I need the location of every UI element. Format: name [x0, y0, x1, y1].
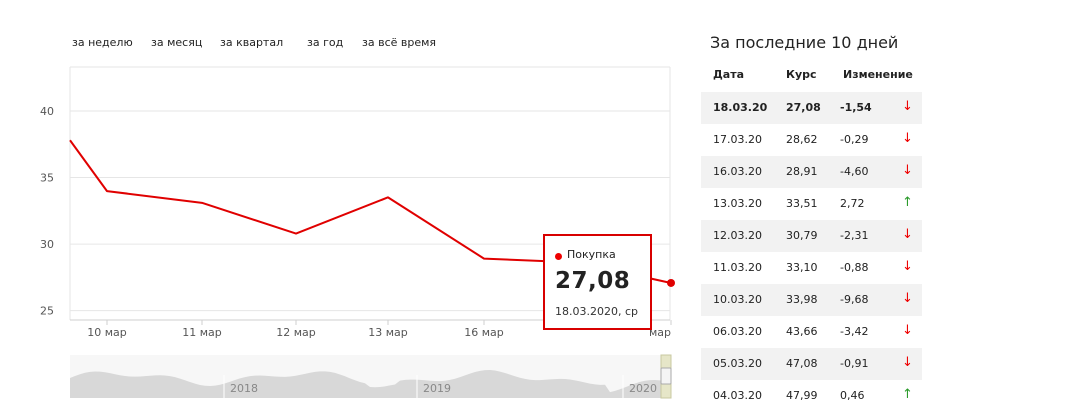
arrow-down-icon: ↓	[902, 355, 913, 370]
row-change: -1,54	[840, 101, 872, 114]
row-rate: 43,66	[786, 325, 818, 338]
row-date: 12.03.20	[713, 229, 762, 242]
y-tick-label: 25	[40, 305, 54, 318]
row-change: -0,29	[840, 133, 869, 146]
table-row: 06.03.20 43,66 -3,42 ↓	[701, 316, 922, 348]
arrow-down-icon: ↓	[902, 131, 913, 146]
table-row: 12.03.20 30,79 -2,31 ↓	[701, 220, 922, 252]
row-rate: 47,99	[786, 389, 818, 402]
row-date: 13.03.20	[713, 197, 762, 210]
y-tick-label: 40	[40, 105, 54, 118]
row-date: 17.03.20	[713, 133, 762, 146]
table-row: 04.03.20 47,99 0,46 ↑	[701, 380, 922, 412]
row-rate: 33,98	[786, 293, 818, 306]
navigator-year-label: 2020	[629, 382, 657, 395]
row-change: 0,46	[840, 389, 865, 402]
row-date: 04.03.20	[713, 389, 762, 402]
arrow-down-icon: ↓	[902, 163, 913, 178]
rate-chart: 25 30 35 40 10 мар 11 мар 12 мар 13 мар 16 мар ма…	[40, 66, 675, 399]
row-change: -0,91	[840, 357, 869, 370]
row-change: 2,72	[840, 197, 865, 210]
table-row: 05.03.20 47,08 -0,91 ↓	[701, 348, 922, 380]
row-rate: 47,08	[786, 357, 818, 370]
chart-tooltip: Покупка 27,08 18.03.2020, ср	[543, 234, 652, 330]
row-rate: 33,51	[786, 197, 818, 210]
tooltip-series-name: Покупка	[567, 248, 616, 261]
tooltip-value: 27,08	[555, 268, 631, 294]
row-rate: 30,79	[786, 229, 818, 242]
row-change: -4,60	[840, 165, 869, 178]
recent-rates-title: За последние 10 дней	[710, 33, 899, 52]
data-point	[667, 278, 675, 287]
header-rate: Курс	[786, 68, 817, 81]
row-change: -3,42	[840, 325, 869, 338]
x-tick-label: 12 мар	[276, 326, 316, 339]
arrow-down-icon: ↓	[902, 259, 913, 274]
row-change: -0,88	[840, 261, 869, 274]
row-date: 10.03.20	[713, 293, 762, 306]
tooltip-series-dot	[555, 253, 562, 260]
tooltip-date: 18.03.2020, ср	[555, 305, 639, 318]
row-rate: 33,10	[786, 261, 818, 274]
arrow-up-icon: ↑	[902, 387, 913, 402]
row-date: 16.03.20	[713, 165, 762, 178]
row-rate: 28,62	[786, 133, 818, 146]
row-date: 18.03.20	[713, 101, 768, 114]
header-change: Изменение	[843, 68, 913, 81]
row-change: -2,31	[840, 229, 869, 242]
row-rate: 28,91	[786, 165, 818, 178]
x-tick-label: мар	[649, 326, 671, 339]
y-tick-label: 30	[40, 238, 54, 251]
x-tick-label: 16 мар	[464, 326, 504, 339]
navigator-handle[interactable]	[660, 367, 672, 385]
table-row: 18.03.20 27,08 -1,54 ↓	[701, 92, 922, 124]
row-date: 11.03.20	[713, 261, 762, 274]
arrow-down-icon: ↓	[902, 227, 913, 242]
table-row: 16.03.20 28,91 -4,60 ↓	[701, 156, 922, 188]
navigator-year-label: 2019	[423, 382, 451, 395]
x-tick-label: 10 мар	[87, 326, 127, 339]
table-row: 10.03.20 33,98 -9,68 ↓	[701, 284, 922, 316]
row-date: 05.03.20	[713, 357, 762, 370]
arrow-down-icon: ↓	[902, 291, 913, 306]
rates-table-header: Дата Курс Изменение	[701, 68, 922, 84]
table-row: 17.03.20 28,62 -0,29 ↓	[701, 124, 922, 156]
row-change: -9,68	[840, 293, 869, 306]
x-tick-label: 11 мар	[182, 326, 222, 339]
row-rate: 27,08	[786, 101, 821, 114]
table-row: 11.03.20 33,10 -0,88 ↓	[701, 252, 922, 284]
arrow-down-icon: ↓	[902, 99, 913, 114]
x-tick-label: 13 мар	[368, 326, 408, 339]
y-tick-label: 35	[40, 172, 54, 185]
table-row: 13.03.20 33,51 2,72 ↑	[701, 188, 922, 220]
arrow-down-icon: ↓	[902, 323, 913, 338]
header-date: Дата	[713, 68, 745, 81]
navigator-year-label: 2018	[230, 382, 258, 395]
row-date: 06.03.20	[713, 325, 762, 338]
arrow-up-icon: ↑	[902, 195, 913, 210]
